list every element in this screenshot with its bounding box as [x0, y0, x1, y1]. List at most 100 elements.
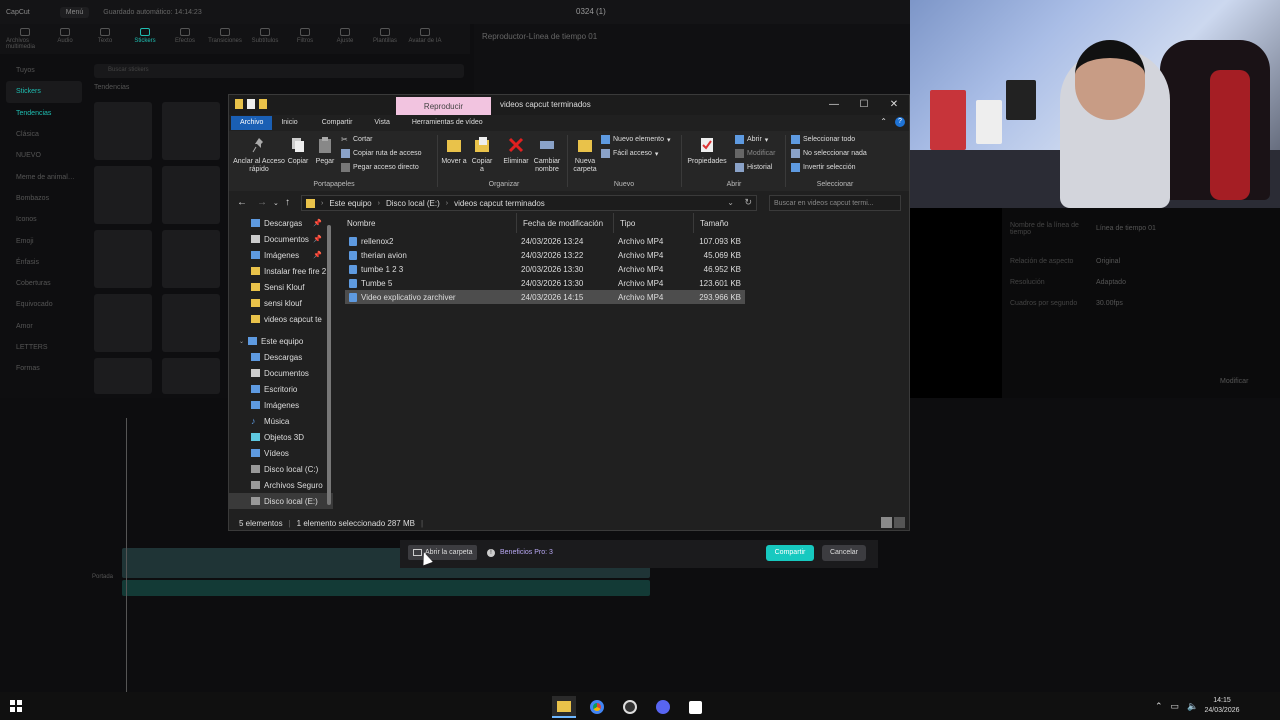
- sticker-search-input[interactable]: Buscar stickers: [94, 64, 464, 78]
- nav-item[interactable]: sensi klouf: [229, 295, 333, 311]
- new-item-button[interactable]: Nuevo elemento ▾: [601, 135, 671, 144]
- details-view-icon[interactable]: [881, 517, 892, 528]
- nav-scrollbar[interactable]: [327, 215, 331, 515]
- category-item[interactable]: NUEVO: [6, 145, 82, 166]
- volume-icon[interactable]: 🔈: [1187, 701, 1198, 712]
- easy-access-button[interactable]: Fácil acceso ▾: [601, 149, 658, 158]
- tool-filters[interactable]: Filtros: [286, 24, 324, 54]
- nav-item[interactable]: Archivos Seguro: [229, 477, 333, 493]
- breadcrumb-item[interactable]: Disco local (E:): [386, 199, 440, 208]
- sticker-thumb[interactable]: [162, 358, 220, 394]
- file-row-selected[interactable]: Video explicativo zarchiver 24/03/2026 14…: [345, 290, 745, 304]
- paste-shortcut-button[interactable]: Pegar acceso directo: [341, 163, 419, 172]
- tool-transitions[interactable]: Transiciones: [206, 24, 244, 54]
- tool-audio[interactable]: Audio: [46, 24, 84, 54]
- category-item[interactable]: Emoji: [6, 230, 82, 251]
- nav-item[interactable]: Vídeos: [229, 445, 333, 461]
- file-row[interactable]: tumbe 1 2 3 20/03/2026 13:30 Archivo MP4 46…: [345, 262, 745, 276]
- sticker-thumb[interactable]: [162, 294, 220, 352]
- category-item[interactable]: Formas: [6, 358, 82, 379]
- column-size[interactable]: Tamaño: [694, 213, 744, 233]
- nav-item[interactable]: Descargas: [229, 349, 333, 365]
- move-to-button[interactable]: Mover a: [441, 137, 467, 166]
- copy-to-button[interactable]: Copiar a: [469, 137, 495, 174]
- nav-item[interactable]: Documentos: [229, 365, 333, 381]
- tab-file[interactable]: Archivo: [231, 116, 273, 130]
- playhead[interactable]: [126, 418, 127, 692]
- invert-selection-button[interactable]: Invertir selección: [791, 163, 856, 172]
- edit-button[interactable]: Modificar: [735, 149, 775, 158]
- nav-item[interactable]: ⌄ Este equipo: [229, 333, 333, 349]
- category-item[interactable]: Coberturas: [6, 273, 82, 294]
- tool-stickers[interactable]: Stickers: [126, 24, 164, 54]
- breadcrumb-item[interactable]: videos capcut terminados: [454, 199, 545, 208]
- tool-ai-avatar[interactable]: Avatar de IA: [406, 24, 444, 54]
- category-item[interactable]: Énfasis: [6, 252, 82, 273]
- copy-button[interactable]: Copiar: [285, 137, 311, 166]
- sticker-thumb[interactable]: [162, 166, 220, 224]
- properties-button[interactable]: Propiedades: [685, 137, 729, 166]
- chevron-up-icon[interactable]: ⌃: [1155, 701, 1163, 712]
- file-row[interactable]: therian avion 24/03/2026 13:22 Archivo MP4…: [345, 248, 745, 262]
- scrollbar-thumb[interactable]: [327, 225, 331, 505]
- open-folder-button[interactable]: Abrir la carpeta: [408, 545, 478, 560]
- file-row[interactable]: Tumbe 5 24/03/2026 13:30 Archivo MP4 123.60…: [345, 276, 745, 290]
- open-button[interactable]: Abrir ▾: [735, 135, 768, 144]
- tool-effects[interactable]: Efectos: [166, 24, 204, 54]
- chevron-down-icon[interactable]: ⌄: [239, 338, 244, 345]
- tab-home[interactable]: Inicio: [272, 116, 306, 130]
- close-button[interactable]: ✕: [887, 98, 901, 112]
- chrome-taskbar-icon[interactable]: [585, 696, 609, 718]
- obs-taskbar-icon[interactable]: [618, 696, 642, 718]
- cut-button[interactable]: ✂ Cortar: [341, 135, 372, 144]
- search-input[interactable]: Buscar en videos capcut termi...: [769, 195, 901, 211]
- category-item[interactable]: Tuyos: [6, 60, 82, 81]
- sticker-thumb[interactable]: [94, 230, 152, 288]
- maximize-button[interactable]: ☐: [857, 98, 871, 112]
- audio-track[interactable]: [122, 580, 650, 596]
- nav-item[interactable]: Disco local (E:): [229, 493, 333, 509]
- category-item[interactable]: Stickers: [6, 81, 82, 103]
- rename-button[interactable]: Cambiar nombre: [531, 137, 563, 174]
- pin-quick-access-button[interactable]: Anclar al Acceso rápido: [233, 137, 285, 174]
- nav-item[interactable]: Sensi Klouf: [229, 279, 333, 295]
- network-icon[interactable]: ▭: [1171, 701, 1180, 712]
- category-item[interactable]: Amor: [6, 316, 82, 337]
- windows-start-icon[interactable]: [10, 700, 22, 712]
- file-explorer-taskbar-icon[interactable]: [552, 696, 576, 718]
- tab-video-tools[interactable]: Herramientas de vídeo: [403, 116, 492, 130]
- tool-subtitles[interactable]: Subtítulos: [246, 24, 284, 54]
- select-all-button[interactable]: Seleccionar todo: [791, 135, 855, 144]
- discord-taskbar-icon[interactable]: [651, 696, 675, 718]
- tool-templates[interactable]: Plantillas: [366, 24, 404, 54]
- modify-button[interactable]: Modificar: [1220, 378, 1248, 385]
- nav-item[interactable]: Objetos 3D: [229, 429, 333, 445]
- tab-share[interactable]: Compartir: [313, 116, 362, 130]
- category-item[interactable]: Bombazos: [6, 188, 82, 209]
- pro-benefits-label[interactable]: Beneficios Pro: 3: [500, 549, 553, 556]
- new-folder-icon[interactable]: [259, 99, 267, 109]
- nav-item[interactable]: Documentos 📌: [229, 231, 333, 247]
- up-button[interactable]: ↑: [285, 197, 290, 208]
- chevron-down-icon[interactable]: ⌄: [727, 198, 734, 207]
- nav-item[interactable]: Imágenes 📌: [229, 247, 333, 263]
- copy-path-button[interactable]: Copiar ruta de acceso: [341, 149, 421, 158]
- nav-item[interactable]: Descargas 📌: [229, 215, 333, 231]
- category-item[interactable]: LETTERS: [6, 337, 82, 358]
- category-item[interactable]: Clásica: [6, 124, 82, 145]
- nav-item[interactable]: Disco local (C:): [229, 461, 333, 477]
- back-button[interactable]: ←: [237, 197, 247, 208]
- category-item[interactable]: Meme de animal…: [6, 166, 82, 187]
- category-item[interactable]: Iconos: [6, 209, 82, 230]
- paste-button[interactable]: Pegar: [313, 137, 337, 166]
- tab-view[interactable]: Vista: [365, 116, 398, 130]
- tool-media[interactable]: Archivos multimedia: [6, 24, 44, 54]
- nav-item[interactable]: ♪ Música: [229, 413, 333, 429]
- help-icon[interactable]: ?: [895, 117, 905, 127]
- column-name[interactable]: Nombre: [341, 213, 517, 233]
- nav-item[interactable]: Escritorio: [229, 381, 333, 397]
- select-none-button[interactable]: No seleccionar nada: [791, 149, 867, 158]
- sticker-thumb[interactable]: [94, 358, 152, 394]
- cover-label[interactable]: Portada: [92, 574, 113, 580]
- sticker-thumb[interactable]: [162, 102, 220, 160]
